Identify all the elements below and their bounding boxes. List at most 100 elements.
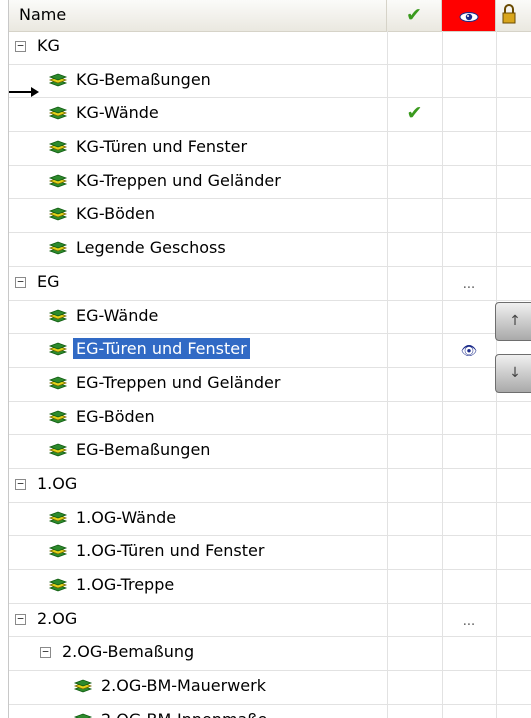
active-cell[interactable]	[387, 334, 443, 367]
active-cell[interactable]	[387, 435, 443, 468]
visibility-cell[interactable]	[442, 367, 497, 401]
active-cell[interactable]	[387, 603, 443, 637]
layer-label: EG-Wände	[76, 305, 159, 325]
visibility-cell[interactable]	[442, 64, 497, 98]
collapse-toggle-icon[interactable]: −	[15, 276, 26, 288]
visibility-cell[interactable]	[442, 165, 497, 199]
tree-layer-row[interactable]: KG-Bemaßungen	[9, 64, 531, 99]
collapse-toggle-icon[interactable]: −	[15, 613, 26, 625]
visibility-cell[interactable]	[442, 570, 497, 603]
lock-cell[interactable]	[496, 503, 531, 536]
tree-layer-row[interactable]: 1.OG-Treppe	[9, 570, 531, 604]
active-cell[interactable]: ✔	[387, 98, 443, 132]
visibility-cell[interactable]: ...	[442, 266, 497, 300]
active-cell[interactable]	[387, 367, 443, 401]
layer-label: KG-Wände	[76, 103, 159, 123]
active-cell[interactable]	[387, 671, 443, 704]
lock-cell[interactable]	[496, 31, 531, 64]
lock-cell[interactable]	[496, 705, 531, 718]
lock-cell[interactable]	[496, 671, 531, 704]
active-cell[interactable]	[387, 536, 443, 569]
tree-layer-row[interactable]: KG-Treppen und Geländer	[9, 165, 531, 200]
lock-cell[interactable]	[496, 604, 531, 637]
visibility-cell[interactable]	[442, 98, 497, 132]
visibility-cell[interactable]	[442, 233, 497, 266]
visibility-cell[interactable]	[442, 536, 497, 569]
group-label: 2.OG-Bemaßung	[62, 642, 195, 662]
tree-layer-row[interactable]: Legende Geschoss	[9, 233, 531, 267]
tree-layer-row[interactable]: 1.OG-Türen und Fenster	[9, 536, 531, 570]
tree-layer-row[interactable]: 2.OG-BM-Innenmaße	[9, 704, 531, 718]
active-cell[interactable]	[387, 31, 443, 64]
visibility-cell[interactable]	[442, 132, 497, 165]
visibility-cell[interactable]	[442, 300, 497, 334]
lock-icon	[502, 4, 516, 24]
tree-layer-row[interactable]: 2.OG-BM-Mauerwerk	[9, 671, 531, 705]
lock-cell[interactable]	[496, 570, 531, 603]
visibility-cell[interactable]	[442, 199, 497, 233]
visibility-cell[interactable]: ...	[442, 603, 497, 637]
visibility-column-header[interactable]	[442, 0, 496, 31]
lock-cell[interactable]	[496, 267, 531, 300]
lock-cell[interactable]	[496, 402, 531, 435]
tree-group-row[interactable]: − KG	[9, 31, 531, 65]
active-cell[interactable]	[387, 502, 443, 536]
lock-cell[interactable]	[496, 536, 531, 569]
lock-cell[interactable]	[496, 98, 531, 131]
tree-layer-row[interactable]: KG-Böden	[9, 199, 531, 234]
tree-group-row[interactable]: −1.OG	[9, 468, 531, 503]
active-cell[interactable]	[387, 704, 443, 718]
lock-cell[interactable]	[496, 132, 531, 165]
collapse-toggle-icon[interactable]: −	[40, 646, 51, 659]
active-cell[interactable]	[387, 64, 443, 98]
tree-layer-row[interactable]: EG-Türen und Fenster 👁	[9, 334, 531, 368]
lock-cell[interactable]	[496, 469, 531, 502]
active-cell[interactable]	[387, 401, 443, 435]
name-cell: −2.OG-Bemaßung	[9, 637, 388, 671]
visibility-cell[interactable]	[442, 401, 497, 435]
visibility-cell[interactable]: 👁	[442, 334, 497, 367]
tree-layer-row[interactable]: EG-Bemaßungen	[9, 435, 531, 469]
lock-cell[interactable]	[496, 435, 531, 468]
tree-layer-row[interactable]: KG-Wände ✔	[9, 98, 531, 133]
lock-column-header[interactable]	[496, 0, 531, 31]
tree-layer-row[interactable]: 1.OG-Wände	[9, 502, 531, 537]
name-column-header[interactable]: Name	[9, 0, 387, 31]
tree-group-row[interactable]: −2.OG-Bemaßung	[9, 637, 531, 672]
lock-cell[interactable]	[496, 637, 531, 670]
visibility-cell[interactable]	[442, 704, 497, 718]
active-cell[interactable]	[387, 165, 443, 199]
tree-layer-row[interactable]: EG-Wände	[9, 300, 531, 335]
active-cell[interactable]	[387, 300, 443, 334]
lock-cell[interactable]	[496, 166, 531, 199]
active-cell[interactable]	[387, 570, 443, 603]
active-cell[interactable]	[387, 233, 443, 266]
layers-icon	[48, 410, 68, 430]
active-column-header[interactable]: ✔	[387, 0, 442, 31]
active-cell[interactable]	[387, 266, 443, 300]
visibility-cell[interactable]	[442, 468, 497, 502]
collapse-toggle-icon[interactable]: −	[15, 478, 26, 490]
tree-layer-row[interactable]: EG-Treppen und Geländer	[9, 367, 531, 402]
tree-layer-row[interactable]: KG-Türen und Fenster	[9, 132, 531, 166]
active-cell[interactable]	[387, 132, 443, 165]
lock-cell[interactable]	[496, 199, 531, 232]
move-down-button[interactable]: ↓	[495, 354, 531, 393]
visibility-cell[interactable]	[442, 671, 497, 704]
visibility-cell[interactable]	[442, 637, 497, 671]
lock-cell[interactable]	[496, 65, 531, 98]
tree-layer-row[interactable]: EG-Böden	[9, 401, 531, 436]
lock-cell[interactable]	[496, 233, 531, 266]
active-cell[interactable]	[387, 637, 443, 671]
tree-group-row[interactable]: − EG...	[9, 266, 531, 301]
layer-label: KG-Bemaßungen	[76, 69, 211, 89]
active-cell[interactable]	[387, 199, 443, 233]
active-cell[interactable]	[387, 468, 443, 502]
visibility-cell[interactable]	[442, 502, 497, 536]
visibility-cell[interactable]	[442, 31, 497, 64]
collapse-toggle-icon[interactable]: −	[15, 40, 26, 52]
group-label: KG	[37, 36, 60, 55]
move-up-button[interactable]: ↑	[495, 302, 531, 341]
tree-group-row[interactable]: −2.OG...	[9, 603, 531, 638]
visibility-cell[interactable]	[442, 435, 497, 468]
